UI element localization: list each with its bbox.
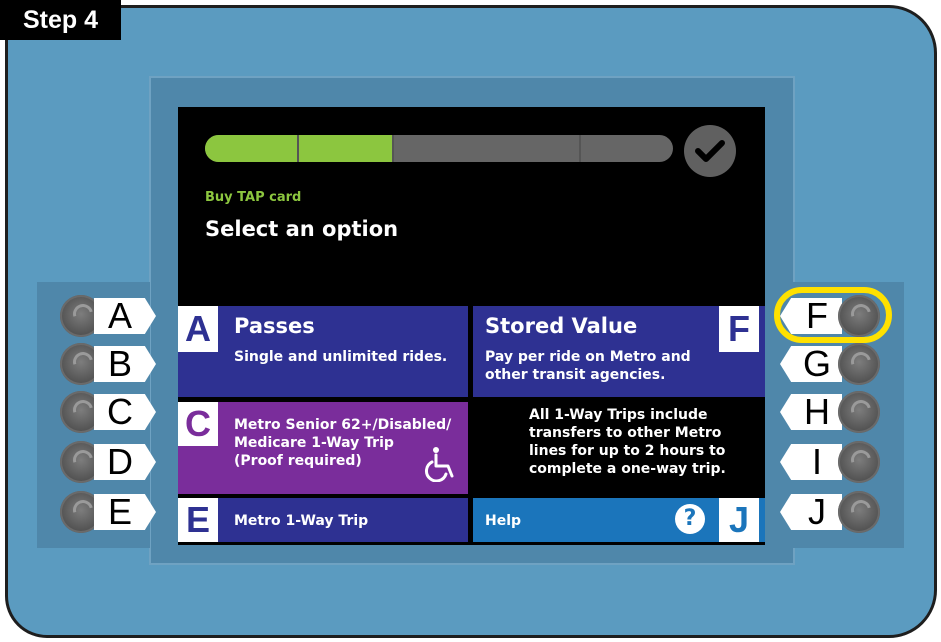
button-label-i: I	[780, 444, 842, 480]
progress-segment-divider	[392, 135, 394, 162]
step-badge: Step 4	[0, 0, 121, 40]
option-line-2: Medicare 1-Way Trip	[234, 435, 394, 451]
option-metro-one-way[interactable]: E Metro 1-Way Trip	[178, 498, 468, 542]
option-title: Stored Value	[485, 314, 638, 338]
option-letter-c: C	[178, 402, 218, 446]
option-description-line-1: Pay per ride on Metro and	[485, 349, 691, 365]
info-line-1: All 1-Way Trips include	[529, 407, 708, 423]
hardware-button-i[interactable]	[838, 441, 880, 483]
option-label: Metro 1-Way Trip	[234, 513, 369, 529]
checkmark-icon	[684, 125, 736, 177]
page-title: Select an option	[205, 217, 399, 241]
help-icon: ?	[675, 504, 705, 534]
option-letter-j: J	[719, 498, 759, 542]
page-subtitle: Buy TAP card	[205, 190, 302, 205]
info-line-4: complete a one-way trip.	[529, 461, 726, 477]
option-help[interactable]: Help ? J	[473, 498, 765, 542]
hardware-button-h[interactable]	[838, 391, 880, 433]
button-label-b: B	[94, 346, 156, 382]
button-label-c: C	[94, 394, 156, 430]
option-label: Help	[485, 513, 522, 529]
info-line-3: lines for up to 2 hours to	[529, 443, 726, 459]
wheelchair-icon	[424, 446, 458, 486]
option-description: Single and unlimited rides.	[234, 349, 448, 365]
option-line-3: (Proof required)	[234, 453, 362, 469]
option-stored-value[interactable]: Stored Value F Pay per ride on Metro and…	[473, 306, 765, 397]
info-panel: All 1-Way Trips include transfers to oth…	[473, 402, 765, 494]
option-letter-a: A	[178, 306, 218, 352]
button-label-a: A	[94, 298, 156, 334]
button-label-e: E	[94, 494, 156, 530]
option-passes[interactable]: A Passes Single and unlimited rides.	[178, 306, 468, 397]
hardware-button-j[interactable]	[838, 491, 880, 533]
option-letter-f: F	[719, 306, 759, 352]
hardware-button-g[interactable]	[838, 343, 880, 385]
option-line-1: Metro Senior 62+/Disabled/	[234, 417, 452, 433]
progress-segment-divider	[297, 135, 299, 162]
progress-segment-divider	[579, 135, 581, 162]
info-line-2: transfers to other Metro	[529, 425, 722, 441]
option-letter-e: E	[178, 498, 218, 542]
option-title: Passes	[234, 314, 315, 338]
button-label-h: H	[780, 394, 842, 430]
option-senior-disabled-trip[interactable]: C Metro Senior 62+/Disabled/ Medicare 1-…	[178, 402, 468, 494]
highlight-ring	[774, 287, 892, 343]
button-label-j: J	[780, 494, 842, 530]
button-label-g: G	[780, 346, 842, 382]
button-label-d: D	[94, 444, 156, 480]
option-description-line-2: other transit agencies.	[485, 367, 666, 383]
progress-bar	[205, 135, 673, 162]
